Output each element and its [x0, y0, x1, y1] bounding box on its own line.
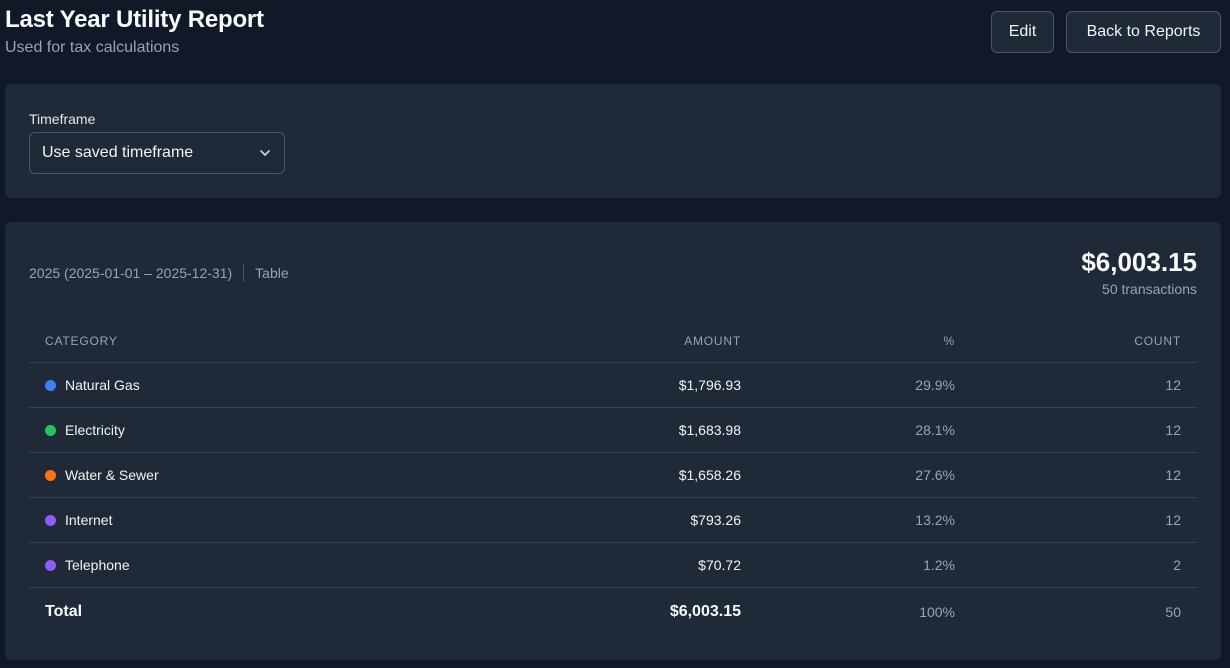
category-cell: Telephone [29, 542, 409, 588]
category-cell: Internet [29, 497, 409, 543]
percent-cell: 1.2% [757, 542, 971, 588]
chevron-down-icon [260, 150, 270, 156]
amount-cell: $1,658.26 [409, 452, 757, 498]
category-color-dot [45, 424, 56, 436]
total-label: Total [45, 603, 83, 621]
page-header: Last Year Utility Report Used for tax ca… [0, 0, 1230, 84]
back-to-reports-button[interactable]: Back to Reports [1066, 11, 1221, 53]
category-color-dot [45, 559, 56, 571]
total-amount: $6,003.15 [669, 603, 741, 621]
category-cell: Water & Sewer [29, 452, 409, 498]
percent-cell: 29.9% [757, 362, 971, 408]
report-meta: 2025 (2025-01-01 – 2025-12-31) Table [29, 264, 289, 282]
table-row: Telephone $70.72 1.2% 2 [29, 542, 1197, 588]
column-header-count: COUNT [971, 320, 1197, 363]
transaction-count: 50 transactions [1102, 281, 1197, 297]
amount-cell: $1,796.93 [409, 362, 757, 408]
category-name: Water & Sewer [65, 466, 159, 483]
percent-cell: 28.1% [757, 407, 971, 453]
page-title: Last Year Utility Report [5, 6, 264, 33]
table-row: Water & Sewer $1,658.26 27.6% 12 [29, 452, 1197, 498]
category-cell: Natural Gas [29, 362, 409, 408]
amount-cell: $70.72 [409, 542, 757, 588]
report-panel: 2025 (2025-01-01 – 2025-12-31) Table $6,… [5, 222, 1221, 660]
column-header-category: CATEGORY [29, 320, 409, 363]
count-cell: 2 [971, 542, 1197, 588]
category-name: Electricity [65, 421, 125, 438]
timeframe-label: Timeframe [29, 111, 96, 127]
column-header-amount: AMOUNT [409, 320, 757, 363]
table-header-row: CATEGORY AMOUNT % COUNT [29, 320, 1197, 363]
meta-divider [243, 264, 245, 282]
count-cell: 12 [971, 497, 1197, 543]
category-name: Natural Gas [65, 376, 140, 393]
edit-button[interactable]: Edit [991, 11, 1054, 53]
category-table: CATEGORY AMOUNT % COUNT Natural Gas $1,7… [29, 320, 1197, 637]
table-row: Natural Gas $1,796.93 29.9% 12 [29, 362, 1197, 408]
table-total-row: Total $6,003.15 100% 50 [29, 587, 1197, 637]
report-total: $6,003.15 [1081, 247, 1197, 277]
report-view-type: Table [255, 265, 289, 281]
total-percent: 100% [919, 604, 955, 621]
count-cell: 12 [971, 452, 1197, 498]
total-count: 50 [1165, 604, 1181, 621]
amount-cell: $793.26 [409, 497, 757, 543]
count-cell: 12 [971, 407, 1197, 453]
timeframe-select[interactable]: Use saved timeframe [29, 132, 285, 174]
report-period: 2025 (2025-01-01 – 2025-12-31) [29, 265, 233, 281]
column-header-percent: % [757, 320, 971, 363]
timeframe-panel: Timeframe Use saved timeframe [5, 84, 1221, 198]
timeframe-selected-value: Use saved timeframe [42, 144, 194, 161]
category-name: Telephone [65, 556, 130, 573]
percent-cell: 27.6% [757, 452, 971, 498]
count-cell: 12 [971, 362, 1197, 408]
category-name: Internet [65, 511, 113, 528]
amount-cell: $1,683.98 [409, 407, 757, 453]
percent-cell: 13.2% [757, 497, 971, 543]
category-color-dot [45, 469, 56, 481]
table-row: Electricity $1,683.98 28.1% 12 [29, 407, 1197, 453]
category-cell: Electricity [29, 407, 409, 453]
table-row: Internet $793.26 13.2% 12 [29, 497, 1197, 543]
category-color-dot [45, 379, 56, 391]
category-color-dot [45, 514, 56, 526]
page-subtitle: Used for tax calculations [5, 39, 180, 56]
